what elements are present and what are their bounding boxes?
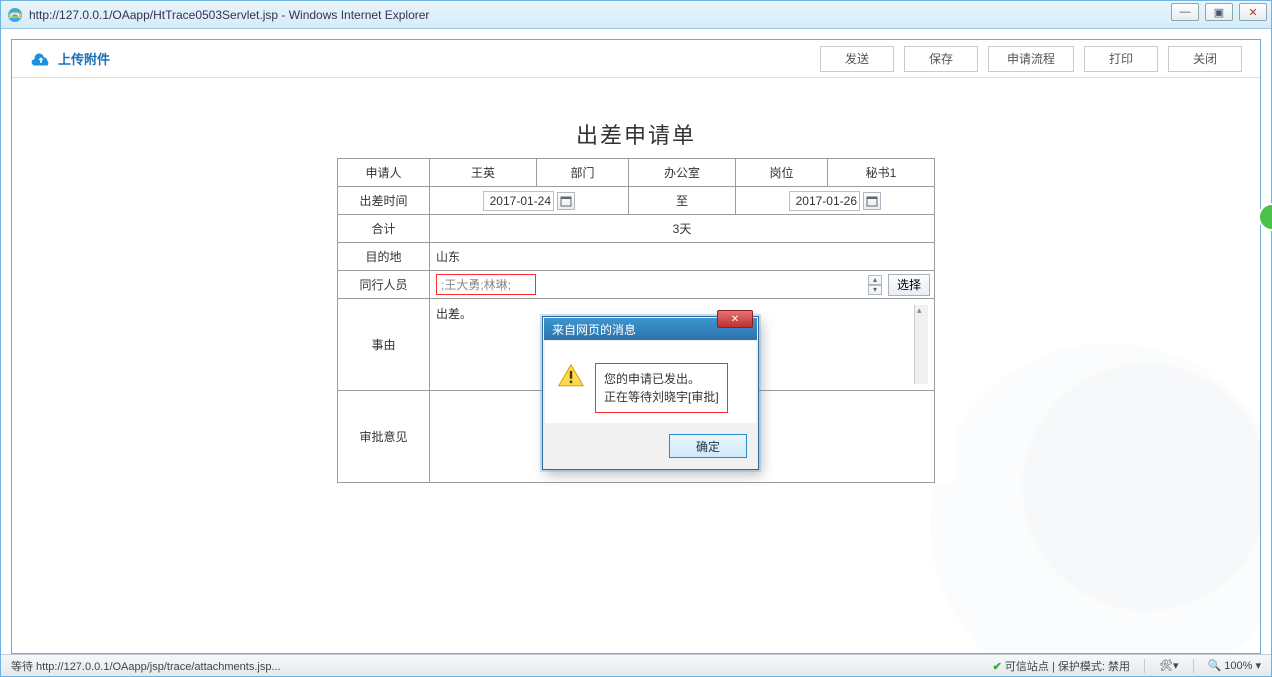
maximize-button[interactable]: ▣ xyxy=(1205,3,1233,21)
zoom-control[interactable]: 🔍 100% ▾ xyxy=(1208,659,1261,672)
label-applicant: 申请人 xyxy=(338,159,430,187)
value-destination[interactable]: 山东 xyxy=(430,243,935,271)
minimize-button[interactable]: — xyxy=(1171,3,1199,21)
page-frame: 上传附件 发送 保存 申请流程 打印 关闭 出差申请单 申请人 王英 部门 xyxy=(11,39,1261,654)
send-button[interactable]: 发送 xyxy=(820,46,894,72)
date-from-field[interactable]: 2017-01-24 xyxy=(483,191,554,211)
calendar-icon[interactable] xyxy=(557,192,575,210)
cell-date-to: 2017-01-26 xyxy=(735,187,934,215)
value-total: 3天 xyxy=(430,215,935,243)
label-department: 部门 xyxy=(536,159,628,187)
status-left-text: 等待 http://127.0.0.1/OAapp/jsp/trace/atta… xyxy=(11,658,281,674)
companions-spinner[interactable]: ▴▾ xyxy=(868,275,882,295)
dialog-footer: 确定 xyxy=(544,424,757,468)
dialog-title-bar: 来自网页的消息 ✕ xyxy=(544,318,757,340)
print-button[interactable]: 打印 xyxy=(1084,46,1158,72)
cloud-upload-icon xyxy=(30,52,52,66)
value-department: 办公室 xyxy=(628,159,735,187)
label-position: 岗位 xyxy=(735,159,827,187)
label-total: 合计 xyxy=(338,215,430,243)
close-window-button[interactable]: ✕ xyxy=(1239,3,1267,21)
select-companions-button[interactable]: 选择 xyxy=(888,274,930,296)
form-title: 出差申请单 xyxy=(316,118,956,150)
status-trusted: ✔ 可信站点 | 保护模式: 禁用 xyxy=(993,658,1130,674)
upload-attachment-label: 上传附件 xyxy=(58,49,110,68)
title-bar: http://127.0.0.1/OAapp/HtTrace0503Servle… xyxy=(1,1,1271,29)
status-separator xyxy=(1193,659,1194,673)
label-approval: 审批意见 xyxy=(338,391,430,483)
dialog-close-button[interactable]: ✕ xyxy=(717,310,753,328)
label-reason: 事由 xyxy=(338,299,430,391)
dialog-line2: 正在等待刘晓宇[审批] xyxy=(604,388,719,406)
toolbar-buttons: 发送 保存 申请流程 打印 关闭 xyxy=(820,46,1242,72)
date-from-value: 2017-01-24 xyxy=(490,194,551,208)
background-decoration xyxy=(930,343,1261,654)
dialog-line1: 您的申请已发出。 xyxy=(604,370,719,388)
apply-flow-button[interactable]: 申请流程 xyxy=(988,46,1074,72)
textarea-scrollbar[interactable] xyxy=(914,305,928,384)
date-to-field[interactable]: 2017-01-26 xyxy=(789,191,860,211)
calendar-icon[interactable] xyxy=(863,192,881,210)
value-position: 秘书1 xyxy=(827,159,934,187)
date-to-value: 2017-01-26 xyxy=(796,194,857,208)
label-travel-time: 出差时间 xyxy=(338,187,430,215)
save-button[interactable]: 保存 xyxy=(904,46,978,72)
browser-window: http://127.0.0.1/OAapp/HtTrace0503Servle… xyxy=(0,0,1272,677)
window-controls: — ▣ ✕ xyxy=(1171,3,1267,21)
message-dialog: 来自网页的消息 ✕ 您的申请已发出。 正在等待刘晓宇[审批] 确定 xyxy=(542,316,759,470)
dialog-ok-button[interactable]: 确定 xyxy=(669,434,747,458)
value-applicant: 王英 xyxy=(430,159,537,187)
window-title: http://127.0.0.1/OAapp/HtTrace0503Servle… xyxy=(29,8,429,22)
value-reason: 出差。 xyxy=(436,307,472,321)
cell-date-from: 2017-01-24 xyxy=(430,187,629,215)
upload-attachment-link[interactable]: 上传附件 xyxy=(30,49,110,68)
status-right: ✔ 可信站点 | 保护模式: 禁用 🛠▾ 🔍 100% ▾ xyxy=(993,658,1261,674)
status-separator xyxy=(1144,659,1145,673)
content-area: 上传附件 发送 保存 申请流程 打印 关闭 出差申请单 申请人 王英 部门 xyxy=(1,29,1271,676)
dialog-body: 您的申请已发出。 正在等待刘晓宇[审批] xyxy=(545,341,756,423)
status-bar: 等待 http://127.0.0.1/OAapp/jsp/trace/atta… xyxy=(1,654,1271,676)
page-toolbar: 上传附件 发送 保存 申请流程 打印 关闭 xyxy=(12,40,1260,78)
label-to: 至 xyxy=(628,187,735,215)
label-destination: 目的地 xyxy=(338,243,430,271)
dialog-message: 您的申请已发出。 正在等待刘晓宇[审批] xyxy=(595,363,728,413)
label-companions: 同行人员 xyxy=(338,271,430,299)
ie-icon xyxy=(7,7,23,23)
cell-companions: ;王大勇;林琳; ▴▾ 选择 xyxy=(430,271,935,299)
close-button[interactable]: 关闭 xyxy=(1168,46,1242,72)
tools-icon[interactable]: 🛠▾ xyxy=(1159,659,1179,672)
dialog-title-text: 来自网页的消息 xyxy=(552,321,636,338)
companions-input[interactable]: ;王大勇;林琳; xyxy=(436,274,536,295)
warning-icon xyxy=(557,363,585,389)
